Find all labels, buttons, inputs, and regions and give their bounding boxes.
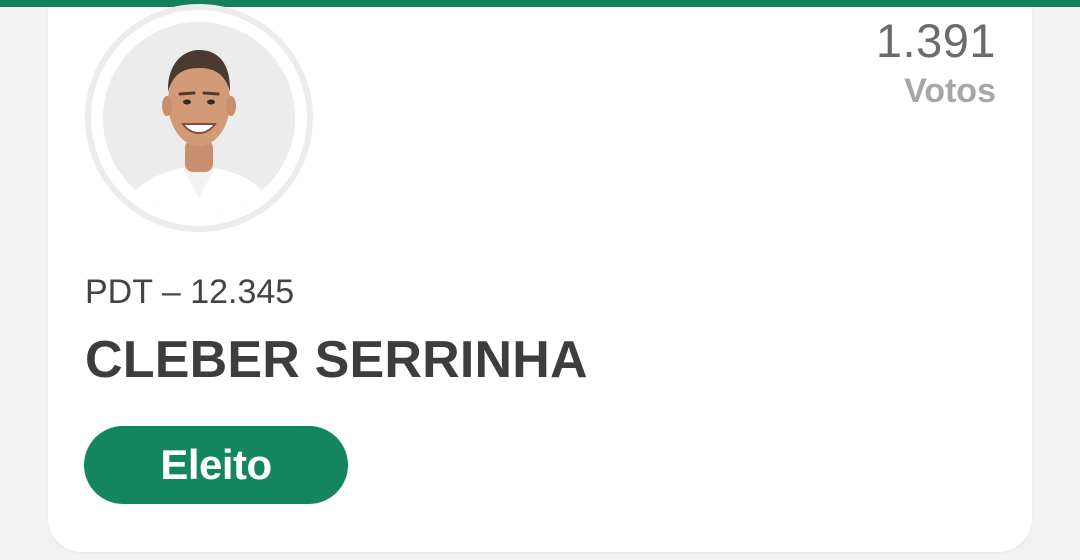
- party-number: PDT – 12.345: [85, 273, 295, 311]
- status-badge: Eleito: [84, 426, 348, 504]
- page: 1.391 Votos PDT – 12.345 CLEBER SERRINHA…: [0, 0, 1080, 560]
- candidate-photo-icon: [103, 22, 295, 214]
- avatar: [103, 22, 295, 214]
- votes-count: 1.391: [875, 14, 996, 67]
- votes-label: Votos: [904, 72, 996, 110]
- candidate-card[interactable]: 1.391 Votos PDT – 12.345 CLEBER SERRINHA…: [48, 4, 1032, 552]
- candidate-name: CLEBER SERRINHA: [85, 331, 588, 389]
- votes-summary: 1.391 Votos: [876, 13, 996, 111]
- avatar-ring: [85, 4, 313, 232]
- top-accent-bar: [0, 0, 1080, 7]
